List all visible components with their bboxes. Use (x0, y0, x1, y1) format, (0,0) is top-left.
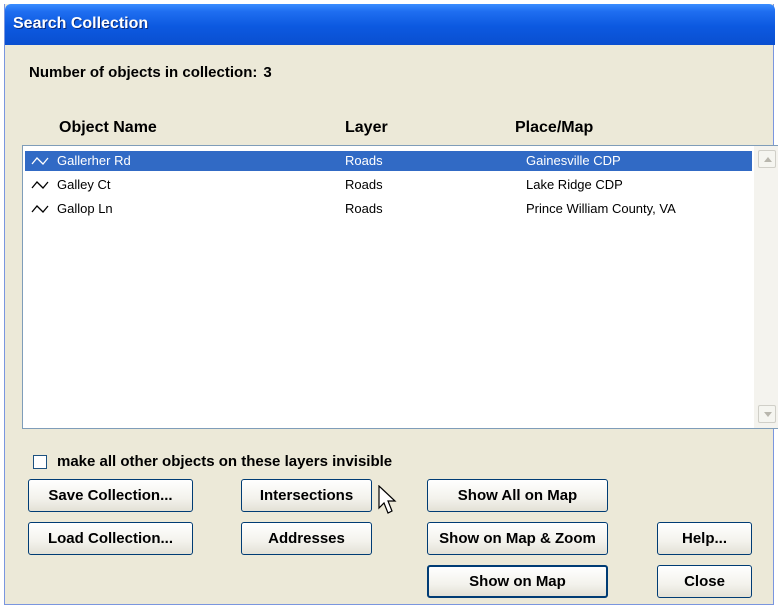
mouse-cursor-icon (378, 485, 397, 514)
scroll-down-button[interactable] (758, 405, 776, 423)
road-line-icon (31, 205, 49, 213)
search-collection-dialog: Search Collection Number of objects in c… (4, 4, 778, 605)
row-object-name: Gallerher Rd (57, 153, 131, 168)
scroll-up-button[interactable] (758, 150, 776, 168)
row-object-name: Gallop Ln (57, 201, 113, 216)
road-line-icon (31, 157, 49, 165)
list-item[interactable]: Gallop Ln Roads Prince William County, V… (25, 199, 752, 219)
window-title: Search Collection (13, 15, 149, 32)
collection-count: Number of objects in collection: 3 (29, 64, 272, 81)
intersections-button[interactable]: Intersections (241, 479, 372, 512)
title-bar[interactable]: Search Collection (5, 4, 775, 45)
show-all-on-map-button[interactable]: Show All on Map (427, 479, 608, 512)
row-object-name: Galley Ct (57, 177, 111, 192)
list-item[interactable]: Gallerher Rd Roads Gainesville CDP (25, 151, 752, 171)
collection-count-value: 3 (263, 64, 272, 81)
save-collection-button[interactable]: Save Collection... (28, 479, 193, 512)
help-button[interactable]: Help... (657, 522, 752, 555)
row-place-map: Prince William County, VA (526, 201, 676, 216)
column-header-object-name[interactable]: Object Name (59, 119, 157, 137)
vertical-scrollbar[interactable] (754, 146, 778, 428)
chevron-up-icon (764, 157, 772, 162)
row-place-map: Lake Ridge CDP (526, 177, 623, 192)
invisible-checkbox-label[interactable]: make all other objects on these layers i… (57, 453, 392, 470)
load-collection-button[interactable]: Load Collection... (28, 522, 193, 555)
chevron-down-icon (764, 412, 772, 417)
show-on-map-button[interactable]: Show on Map (427, 565, 608, 598)
column-header-place-map[interactable]: Place/Map (515, 119, 593, 137)
list-item[interactable]: Galley Ct Roads Lake Ridge CDP (25, 175, 752, 195)
objects-listbox[interactable]: Gallerher Rd Roads Gainesville CDP Galle… (22, 145, 778, 429)
row-place-map: Gainesville CDP (526, 153, 621, 168)
column-header-layer[interactable]: Layer (345, 119, 388, 137)
show-on-map-zoom-button[interactable]: Show on Map & Zoom (427, 522, 608, 555)
row-layer: Roads (345, 201, 383, 216)
invisible-checkbox[interactable] (33, 455, 47, 469)
objects-list: Gallerher Rd Roads Gainesville CDP Galle… (23, 146, 754, 428)
road-line-icon (31, 181, 49, 189)
collection-count-label: Number of objects in collection: (29, 64, 258, 81)
row-layer: Roads (345, 153, 383, 168)
row-layer: Roads (345, 177, 383, 192)
close-button[interactable]: Close (657, 565, 752, 598)
addresses-button[interactable]: Addresses (241, 522, 372, 555)
